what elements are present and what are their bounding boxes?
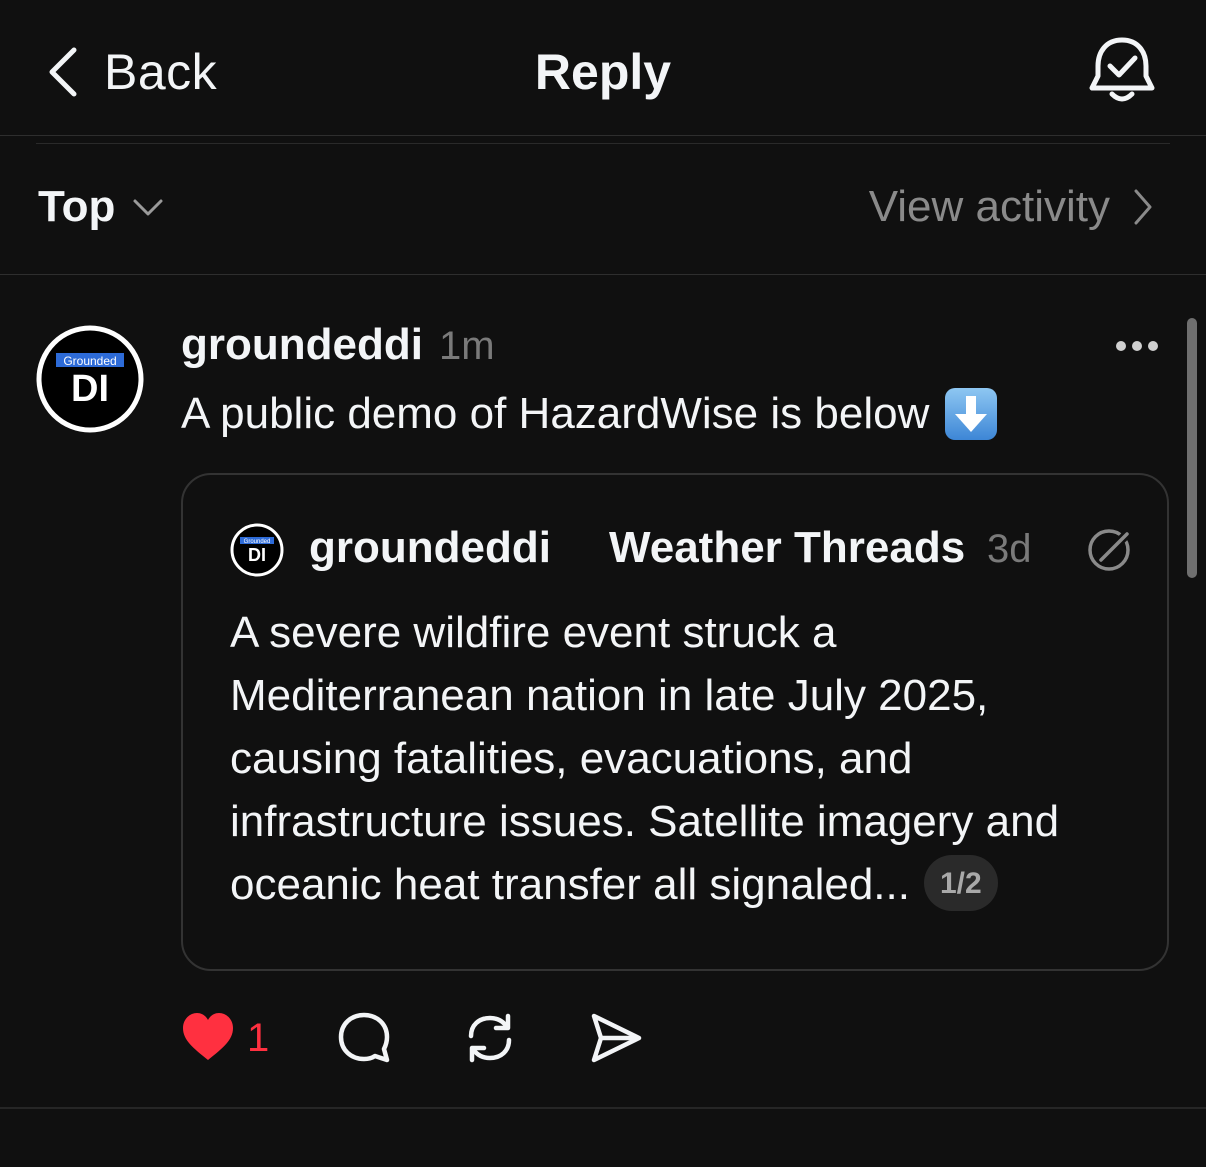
sort-dropdown[interactable]: Top	[38, 182, 165, 232]
quoted-line-last: oceanic heat transfer all signaled... 1/2	[230, 853, 1130, 916]
post-body: A public demo of HazardWise is below	[181, 386, 999, 442]
top-nav-bar: Back Reply	[0, 0, 1206, 136]
bell-check-icon[interactable]	[1084, 34, 1160, 110]
avatar-main-text: DI	[71, 368, 109, 410]
quoted-line: Mediterranean nation in late July 2025,	[230, 671, 989, 720]
send-icon[interactable]	[589, 1010, 643, 1066]
quoted-line: causing fatalities, evacuations, and	[230, 734, 913, 783]
repost-icon[interactable]	[463, 1010, 517, 1066]
down-arrow-emoji-icon	[945, 388, 998, 440]
view-activity-link[interactable]: View activity	[869, 182, 1154, 232]
sort-bar: Top View activity	[0, 144, 1206, 275]
page-title: Reply	[534, 44, 672, 100]
scrollbar[interactable]	[1187, 318, 1197, 578]
quoted-line: A severe wildfire event struck a	[230, 608, 837, 657]
comment-icon[interactable]	[337, 1010, 391, 1066]
quoted-body: A severe wildfire event struck a Mediter…	[230, 601, 1130, 916]
like-count: 1	[247, 1016, 270, 1060]
edit-note-icon	[1088, 528, 1133, 571]
avatar[interactable]: Grounded DI	[36, 325, 144, 433]
sort-selected-label: Top	[38, 182, 116, 231]
avatar-top-text: Grounded	[63, 354, 116, 368]
quoted-avatar: Grounded DI	[230, 523, 284, 577]
heart-icon[interactable]	[181, 1010, 235, 1066]
post-text: A public demo of HazardWise is below	[181, 389, 930, 438]
view-activity-label: View activity	[868, 182, 1110, 231]
quoted-post-card[interactable]: Grounded DI groundeddi Weather Threads 3…	[181, 473, 1169, 971]
post-username[interactable]: groundeddi	[181, 320, 423, 370]
post-timestamp: 1m	[439, 324, 495, 368]
reply-screen: Back Reply Top View activity Grounded DI	[0, 0, 1206, 1167]
page-indicator-badge: 1/2	[923, 855, 998, 912]
quoted-line: infrastructure issues. Satellite imagery…	[230, 797, 1060, 846]
more-options-icon[interactable]	[1112, 330, 1162, 362]
post-divider	[0, 1107, 1206, 1109]
post-actions-bar: 1	[181, 1010, 681, 1070]
quoted-community[interactable]: Weather Threads	[609, 523, 965, 573]
chevron-right-icon	[1134, 189, 1152, 225]
quoted-avatar-main-text: DI	[248, 545, 266, 565]
quoted-line-text: oceanic heat transfer all signaled...	[230, 860, 910, 909]
chevron-down-icon	[133, 199, 163, 216]
quoted-username[interactable]: groundeddi	[309, 523, 551, 573]
quoted-timestamp: 3d	[987, 527, 1032, 571]
